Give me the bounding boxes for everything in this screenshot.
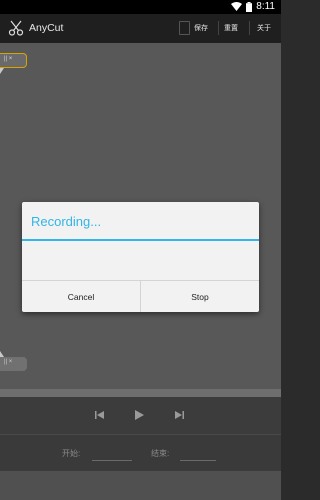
play-icon[interactable] <box>132 408 146 422</box>
end-marker-handle[interactable]: || × <box>0 357 27 371</box>
start-label: 开始: <box>62 449 81 458</box>
range-bar: 开始: 结束: <box>0 434 281 471</box>
end-marker-label: || × <box>4 359 13 365</box>
app-title: AnyCut <box>29 22 64 34</box>
skip-next-icon[interactable] <box>172 408 186 422</box>
about-menu-button[interactable]: 关于 <box>257 23 271 33</box>
reset-menu-button[interactable]: 重置 <box>224 23 238 33</box>
end-time-input[interactable] <box>180 444 216 461</box>
stop-button[interactable]: Stop <box>140 281 259 312</box>
app-bar: AnyCut 保存 重置 关于 <box>0 14 281 43</box>
status-time: 8:11 <box>256 1 275 12</box>
status-bar: 8:11 <box>0 0 281 14</box>
battery-icon <box>246 1 253 12</box>
dialog-title: Recording... <box>31 214 102 229</box>
menu-divider <box>218 21 219 35</box>
save-icon[interactable] <box>179 21 190 35</box>
end-label: 结束: <box>151 449 170 458</box>
skip-previous-icon[interactable] <box>93 408 107 422</box>
menu-divider <box>249 21 250 35</box>
cancel-button[interactable]: Cancel <box>22 281 140 312</box>
transport-controls <box>0 397 281 434</box>
start-marker-pin <box>0 68 4 74</box>
status-icons: 8:11 <box>231 1 275 12</box>
dialog-body <box>22 241 259 280</box>
bottom-area <box>0 471 281 500</box>
recording-dialog: Recording... Cancel Stop <box>22 202 259 312</box>
scissors-icon <box>8 20 24 36</box>
save-menu-button[interactable]: 保存 <box>194 23 208 33</box>
timeline-strip[interactable] <box>0 389 281 397</box>
dialog-button-bar: Cancel Stop <box>22 280 259 312</box>
start-time-input[interactable] <box>92 444 132 461</box>
start-marker-label: || × <box>4 56 13 62</box>
wifi-icon <box>231 2 243 11</box>
start-marker-handle[interactable]: || × <box>0 53 27 68</box>
